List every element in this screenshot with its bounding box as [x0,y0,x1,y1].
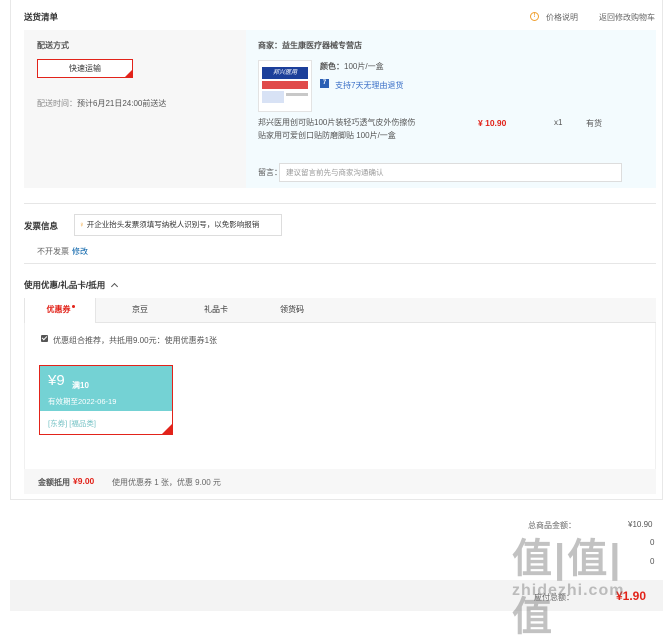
coupon-valid-date: 有效期至2022-06-19 [48,397,117,406]
return-badge-icon: 7 [320,79,329,88]
invoice-tip: ♀ 开企业抬头发票须填写纳税人识别号，以免影响报销 [74,214,282,236]
divider [24,203,656,204]
coupon-tags: [东券] [福品类] [48,419,96,428]
summary-label: 金额抵用 [38,478,70,487]
delivery-method-label: 配送方式 [37,41,69,50]
discount-tabs: 优惠券 京豆 礼品卡 领货码 [24,298,656,324]
recommend-text: 优惠组合推荐，共抵用9.00元：使用优惠券1张 [53,336,218,345]
delivery-method-panel: 配送方式 快速运输 配送时间：预计6月21日24:00前送达 [24,30,246,188]
product-color-value: 100片/一盒 [344,62,384,71]
product-image-box [262,91,284,103]
delivery-time-value: 预计6月21日24:00前送达 [77,99,167,108]
invoice-edit-link[interactable]: 修改 [72,246,88,257]
coupon-face: ¥9 满10 有效期至2022-06-19 [40,366,172,411]
product-color-label: 颜色： [320,62,344,71]
product-color: 颜色：100片/一盒 [320,61,384,72]
back-to-cart-link[interactable]: 返回修改购物车 [599,12,655,23]
discount-title[interactable]: 使用优惠/礼品卡/抵用 [24,279,118,291]
invoice-title: 发票信息 [24,221,59,231]
invoice-tip-text: 开企业抬头发票须填写纳税人识别号，以免影响报销 [86,220,260,229]
product-price: ¥ 10.90 [478,118,507,128]
product-stock: 有货 [586,119,602,128]
product-title-line2: 贴家用可爱创口贴防磨脚贴 100片/一盒 [258,131,396,140]
shipping-list-title: 送货清单 [24,12,59,22]
new-dot-icon [71,305,75,308]
note-input[interactable]: 建议留言前先与商家沟通确认 [279,163,622,182]
tab-coupon[interactable]: 优惠券 [24,298,96,324]
product-quantity: x1 [554,118,563,127]
coupon-card[interactable]: ¥9 满10 有效期至2022-06-19 [东券] [福品类] [39,365,173,435]
product-panel: 商家：益生康医疗器械专营店 邦兴医用 颜色：100片/一盒 7 支持7天无理由退… [246,30,656,188]
coupon-amount: ¥9 [48,372,65,389]
selected-corner-icon [125,70,132,77]
selected-corner-icon [162,424,172,434]
shop-line: 商家：益生康医疗器械专营店 [258,40,362,51]
product-title[interactable]: 邦兴医用创可贴100片装轻巧透气皮外伤擦伤 贴家用可爱创口贴防磨脚贴 100片/… [258,116,428,142]
return-policy: 支持7天无理由退货 [335,81,404,90]
discount-title-text: 使用优惠/礼品卡/抵用 [24,280,106,290]
lightbulb-icon: ♀ [79,220,85,229]
express-shipping-label: 快速运输 [69,64,101,73]
product-title-line1: 邦兴医用创可贴100片装轻巧透气皮外伤擦伤 [258,118,416,127]
express-shipping-button[interactable]: 快速运输 [37,59,133,78]
product-image[interactable]: 邦兴医用 [258,60,312,112]
tab-coupon-label: 优惠券 [46,305,71,314]
summary-detail: 使用优惠券 1 张，优惠 9.00 元 [112,478,221,487]
product-image-band [262,81,308,89]
product-image-line [286,93,308,96]
tab-jingdou[interactable]: 京豆 [114,298,166,323]
delivery-time-label: 配送时间： [37,99,77,108]
tab-pickup-code[interactable]: 领货码 [266,298,318,323]
shop-label: 商家： [258,41,282,50]
discount-summary: 金额抵用 ¥9.00 使用优惠券 1 张，优惠 9.00 元 [24,469,656,494]
divider [24,263,656,264]
product-image-label: 邦兴医用 [262,67,308,79]
summary-amount: ¥9.00 [73,476,95,486]
info-icon: ! [530,12,539,21]
delivery-time: 配送时间：预计6月21日24:00前送达 [37,98,166,109]
watermark-url: zhidezhi.com [512,582,625,599]
recommend-checkbox[interactable] [41,335,48,342]
invoice-status: 不开发票 [37,247,69,256]
tab-gift-card[interactable]: 礼品卡 [190,298,242,323]
delivery-box: 配送方式 快速运输 配送时间：预计6月21日24:00前送达 商家：益生康医疗器… [24,30,656,188]
chevron-up-icon [110,282,118,291]
coupon-condition: 满10 [72,381,89,390]
shop-name[interactable]: 益生康医疗器械专营店 [282,41,362,50]
price-info-link[interactable]: 价格说明 [546,12,578,23]
